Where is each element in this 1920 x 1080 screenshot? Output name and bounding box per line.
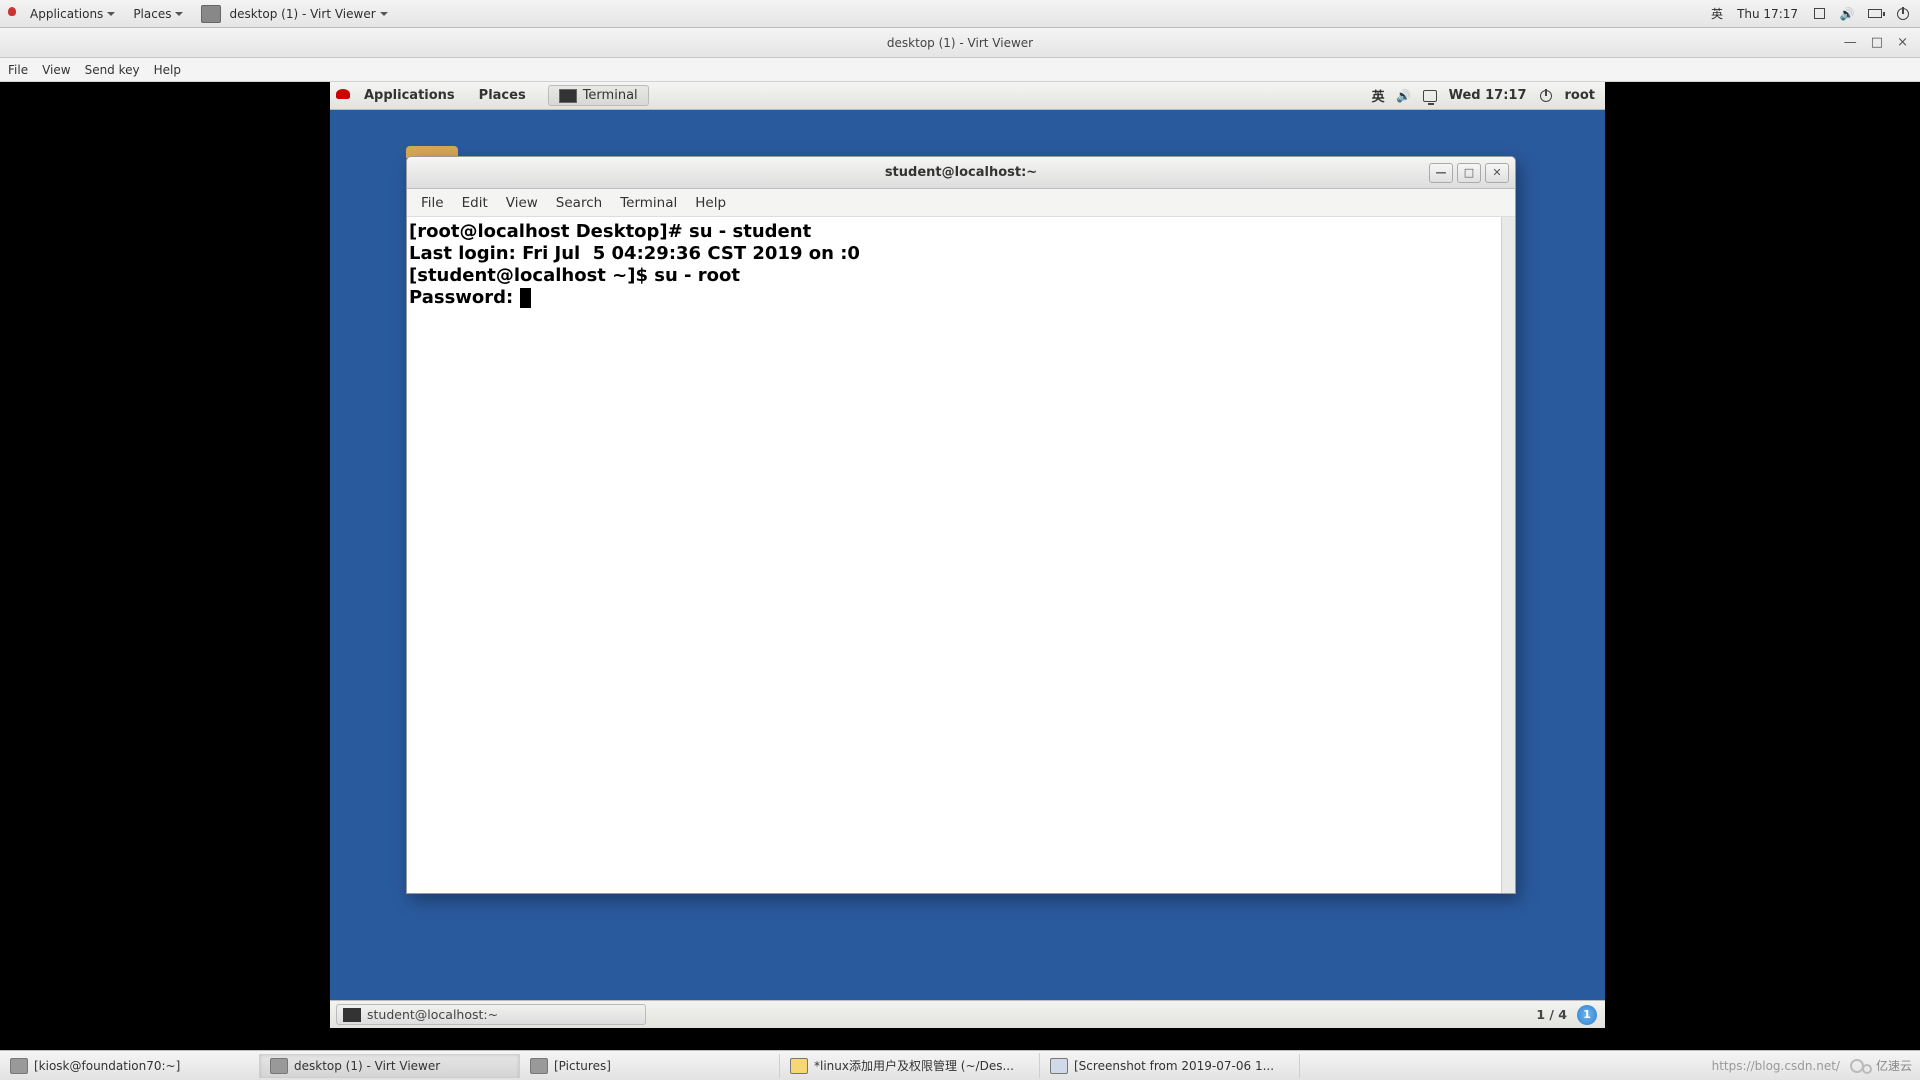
host-bottom-taskbar: [kiosk@foundation70:~] desktop (1) - Vir… bbox=[0, 1050, 1920, 1080]
power-icon[interactable] bbox=[1896, 7, 1910, 21]
taskbar-item-label: [kiosk@foundation70:~] bbox=[34, 1059, 180, 1073]
cursor-icon bbox=[520, 288, 531, 308]
taskbar-item-label: *linux添加用户及权限管理 (~/Des... bbox=[814, 1057, 1014, 1074]
watermark-text: https://blog.csdn.net/ bbox=[1712, 1059, 1840, 1073]
image-viewer-icon bbox=[1050, 1058, 1068, 1074]
virt-viewer-titlebar[interactable]: desktop (1) - Virt Viewer — □ × bbox=[0, 28, 1920, 58]
host-places-menu[interactable]: Places bbox=[125, 3, 191, 25]
redhat-icon bbox=[336, 88, 350, 103]
maximize-button[interactable]: □ bbox=[1871, 35, 1883, 50]
virt-viewer-window: desktop (1) - Virt Viewer — □ × File Vie… bbox=[0, 28, 1920, 1050]
terminal-menubar: File Edit View Search Terminal Help bbox=[407, 189, 1515, 217]
terminal-output[interactable]: [root@localhost Desktop]# su - student L… bbox=[407, 217, 1501, 893]
battery-icon[interactable] bbox=[1868, 7, 1882, 21]
terminal-title: student@localhost:~ bbox=[885, 165, 1037, 180]
guest-clock[interactable]: Wed 17:17 bbox=[1449, 88, 1527, 103]
menu-file[interactable]: File bbox=[421, 195, 444, 211]
chevron-down-icon bbox=[175, 12, 183, 16]
host-top-panel: Applications Places desktop (1) - Virt V… bbox=[0, 0, 1920, 28]
taskbar-item-label: [Screenshot from 2019-07-06 1... bbox=[1074, 1059, 1274, 1073]
guest-top-panel: Applications Places Terminal 英 Wed 17:17… bbox=[330, 82, 1605, 110]
guest-user-label[interactable]: root bbox=[1565, 88, 1596, 103]
display-icon[interactable] bbox=[1423, 89, 1437, 103]
menu-view[interactable]: View bbox=[506, 195, 538, 211]
brand-badge: 亿速云 bbox=[1850, 1057, 1912, 1074]
guest-taskbar-item-terminal[interactable]: student@localhost:~ bbox=[336, 1004, 646, 1025]
menu-view[interactable]: View bbox=[42, 63, 70, 77]
chevron-down-icon bbox=[380, 12, 388, 16]
menu-label: Places bbox=[133, 7, 171, 21]
guest-places-menu[interactable]: Places bbox=[469, 84, 536, 107]
gnome-foot-icon bbox=[6, 7, 20, 21]
terminal-icon bbox=[343, 1008, 361, 1022]
menu-terminal[interactable]: Terminal bbox=[620, 195, 677, 211]
maximize-button[interactable]: □ bbox=[1457, 163, 1481, 183]
minimize-button[interactable]: — bbox=[1844, 35, 1857, 50]
terminal-scrollbar[interactable] bbox=[1501, 217, 1515, 893]
virt-viewer-menubar: File View Send key Help bbox=[0, 58, 1920, 82]
brand-icon bbox=[1862, 1064, 1872, 1074]
guest-desktop[interactable]: Applications Places Terminal 英 Wed 17:17… bbox=[330, 82, 1605, 1028]
window-icon bbox=[201, 5, 221, 23]
close-button[interactable]: ✕ bbox=[1485, 163, 1509, 183]
menu-file[interactable]: File bbox=[8, 63, 28, 77]
terminal-icon bbox=[559, 89, 577, 103]
menu-sendkey[interactable]: Send key bbox=[85, 63, 140, 77]
host-taskbar-item[interactable]: [Pictures] bbox=[520, 1054, 780, 1078]
close-button[interactable]: × bbox=[1897, 35, 1908, 50]
window-icon bbox=[270, 1058, 288, 1074]
host-clock[interactable]: Thu 17:17 bbox=[1737, 7, 1798, 21]
volume-icon[interactable] bbox=[1840, 7, 1854, 21]
input-method-indicator[interactable]: 英 bbox=[1372, 86, 1385, 105]
workspace-badge[interactable]: 1 bbox=[1577, 1005, 1597, 1025]
terminal-window: student@localhost:~ — □ ✕ File Edit View… bbox=[406, 156, 1516, 894]
volume-icon[interactable] bbox=[1397, 89, 1411, 103]
window-title: desktop (1) - Virt Viewer bbox=[887, 28, 1033, 58]
host-taskbar-item[interactable]: *linux添加用户及权限管理 (~/Des... bbox=[780, 1053, 1040, 1078]
terminal-icon bbox=[10, 1058, 28, 1074]
folder-icon bbox=[530, 1058, 548, 1074]
guest-bottom-taskbar: student@localhost:~ 1 / 4 1 bbox=[330, 1000, 1605, 1028]
minimize-button[interactable]: — bbox=[1429, 163, 1453, 183]
terminal-titlebar[interactable]: student@localhost:~ — □ ✕ bbox=[407, 157, 1515, 189]
host-taskbar-item[interactable]: [Screenshot from 2019-07-06 1... bbox=[1040, 1054, 1300, 1078]
power-icon[interactable] bbox=[1539, 89, 1553, 103]
editor-icon bbox=[790, 1058, 808, 1074]
menu-search[interactable]: Search bbox=[556, 195, 602, 211]
guest-viewport: Applications Places Terminal 英 Wed 17:17… bbox=[0, 82, 1920, 1050]
terminal-body[interactable]: [root@localhost Desktop]# su - student L… bbox=[407, 217, 1515, 893]
host-taskbar-item[interactable]: [kiosk@foundation70:~] bbox=[0, 1054, 260, 1078]
a11y-icon[interactable] bbox=[1812, 7, 1826, 21]
taskbar-item-label: desktop (1) - Virt Viewer bbox=[294, 1059, 440, 1073]
task-label: desktop (1) - Virt Viewer bbox=[229, 7, 375, 21]
taskbar-item-label: [Pictures] bbox=[554, 1059, 611, 1073]
taskbar-item-label: student@localhost:~ bbox=[367, 1007, 498, 1022]
menu-help[interactable]: Help bbox=[154, 63, 181, 77]
chevron-down-icon bbox=[107, 12, 115, 16]
menu-label: Applications bbox=[30, 7, 103, 21]
workspace-indicator[interactable]: 1 / 4 bbox=[1536, 1007, 1567, 1022]
host-taskbar-item[interactable]: desktop (1) - Virt Viewer bbox=[260, 1054, 520, 1078]
host-applications-menu[interactable]: Applications bbox=[22, 3, 123, 25]
guest-applications-menu[interactable]: Applications bbox=[354, 84, 465, 107]
input-method-indicator[interactable]: 英 bbox=[1711, 5, 1723, 22]
host-task-virtviewer[interactable]: desktop (1) - Virt Viewer bbox=[193, 1, 395, 27]
menu-help[interactable]: Help bbox=[695, 195, 726, 211]
guest-task-terminal[interactable]: Terminal bbox=[548, 85, 649, 106]
menu-edit[interactable]: Edit bbox=[462, 195, 488, 211]
task-label: Terminal bbox=[583, 88, 638, 103]
